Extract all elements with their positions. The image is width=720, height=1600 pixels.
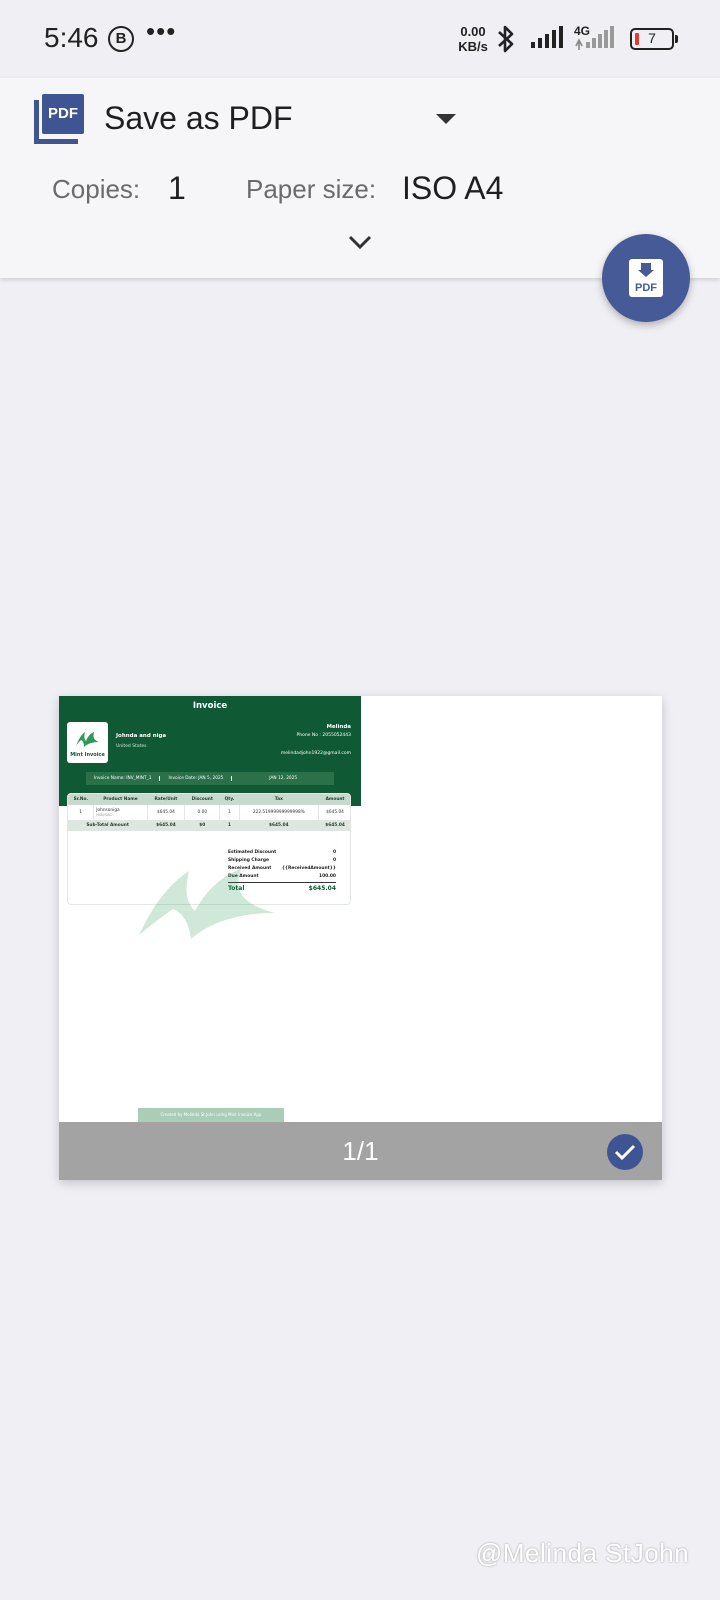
network-speed-unit: KB/s (458, 39, 488, 54)
mint-invoice-logo: Mint Invoice (67, 722, 108, 763)
column-header: Product Name (93, 794, 148, 805)
subtotal-qty: 1 (219, 820, 240, 831)
page-select-checkbox[interactable] (607, 1134, 643, 1170)
product-hsn: HSN/SAC : - (96, 813, 117, 817)
to-email: melindadjohn1922@gmail.com (280, 751, 351, 756)
bluetooth-icon (498, 25, 514, 53)
subtotal-discount: $0 (184, 820, 220, 831)
mint-watermark-icon (139, 869, 275, 939)
column-header: Discount (184, 794, 220, 805)
status-bar: 5:46 B ••• 0.00 KB/s 4G 7 (0, 0, 720, 78)
cell-qty: 1 (219, 805, 240, 820)
battery-level: 7 (648, 30, 656, 46)
column-header: Tax (239, 794, 319, 805)
network-speed-value: 0.00 (460, 24, 486, 39)
chevron-down-icon[interactable] (436, 114, 456, 124)
logo-text: Mint Invoice (70, 752, 105, 758)
table-header-row: Sr.No. Product Name Rate/Unit Discount Q… (68, 794, 350, 805)
battery-icon: 7 (630, 28, 678, 50)
cell-amount: $645.04 (318, 805, 350, 820)
more-notifications-icon: ••• (146, 16, 177, 46)
download-pdf-icon: PDF (629, 259, 663, 297)
subtotal-tax: $645.04 (239, 820, 319, 831)
user-watermark: @Melinda StJohn (476, 1538, 690, 1568)
check-icon (614, 1144, 636, 1161)
paper-size-value[interactable]: ISO A4 (402, 170, 503, 207)
subtotal-label: Sub-Total Amount (68, 820, 148, 831)
cell-product: Johnsoniga HSN/SAC : - (93, 805, 148, 820)
status-time: 5:46 (44, 22, 99, 53)
to-phone: Phone No : 2055052443 (296, 733, 352, 738)
from-country: United States (116, 744, 147, 749)
due-date: JAN 12, 2025 (269, 776, 298, 781)
invoice-document: Invoice Mint Invoice Johnda and niga Uni… (59, 696, 361, 1126)
signal-strength-2-icon (575, 26, 614, 50)
column-header: Amount (318, 794, 350, 805)
column-header: Qty. (219, 794, 240, 805)
cell-discount: 0.00 (184, 805, 221, 820)
invoice-meta-bar: Invoice Name: INV_MINT_1 Invoice Date: J… (86, 772, 334, 785)
paper-size-label: Paper size: (246, 174, 377, 204)
column-header: Sr.No. (68, 794, 94, 805)
b-notification-icon: B (108, 26, 134, 52)
copies-label: Copies: (52, 174, 141, 204)
page-bar: 1/1 (59, 1122, 662, 1180)
pdf-printer-icon: PDF (34, 94, 86, 144)
column-header: Rate/Unit (147, 794, 185, 805)
subtotal-row: Sub-Total Amount $645.04 $0 1 $645.04 $6… (68, 820, 350, 831)
copies-value[interactable]: 1 (168, 170, 186, 207)
signal-strength-icon (531, 26, 563, 48)
invoice-title: Invoice (192, 701, 228, 711)
cell-rate: $645.04 (147, 805, 186, 820)
invoice-name: Invoice Name: INV_MINT_1 (86, 776, 161, 781)
expand-options-icon[interactable] (346, 230, 374, 254)
subtotal-amount: $645.04 (318, 820, 350, 831)
summary-row: Estimated Discount 0 (228, 850, 336, 855)
cell-tax: 222.51999999999998% (239, 805, 320, 820)
from-name: Johnda and niga (116, 733, 167, 739)
network-speed: 0.00 KB/s (456, 24, 490, 54)
table-row: 1 Johnsoniga HSN/SAC : - $645.04 0.00 1 … (68, 805, 350, 820)
page-preview[interactable]: Invoice Mint Invoice Johnda and niga Uni… (59, 696, 662, 1180)
mint-leaf-icon (76, 732, 99, 747)
to-name: Melinda (326, 724, 351, 730)
invoice-items-table: Sr.No. Product Name Rate/Unit Discount Q… (68, 794, 350, 831)
subtotal-rate: $645.04 (147, 820, 185, 831)
invoice-footer: Created by Melinda St.John using Mint In… (138, 1108, 284, 1122)
invoice-date: Invoice Date: JAN 5, 2025 (160, 776, 233, 781)
printer-selector[interactable]: Save as PDF (104, 100, 293, 137)
download-pdf-button[interactable]: PDF (602, 234, 690, 322)
page-counter: 1/1 (342, 1136, 379, 1166)
cell-sr: 1 (68, 805, 95, 820)
